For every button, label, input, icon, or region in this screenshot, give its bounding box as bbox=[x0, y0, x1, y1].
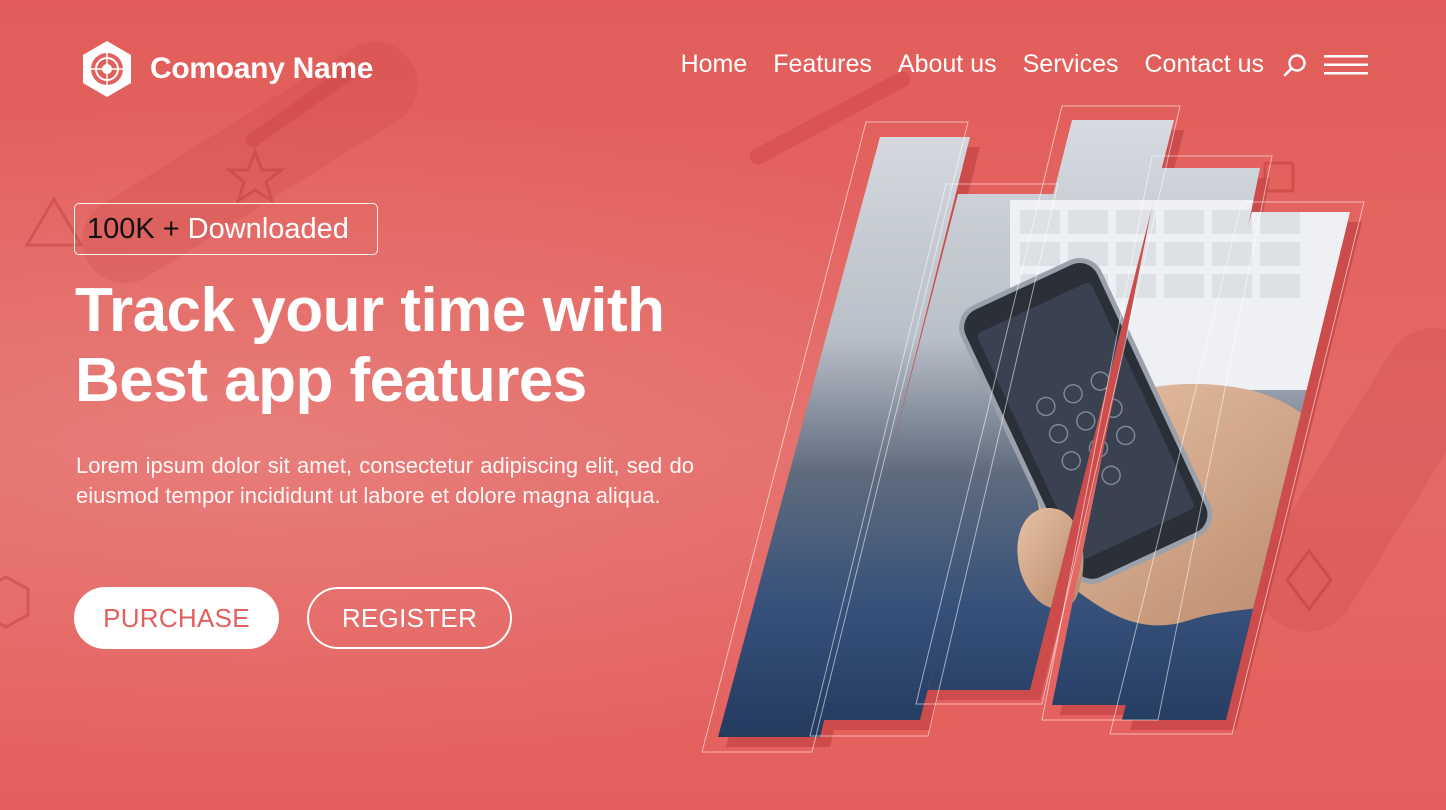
downloads-separator: + bbox=[162, 212, 180, 245]
brand-name: Comoany Name bbox=[150, 52, 374, 85]
register-button[interactable]: REGISTER bbox=[307, 587, 512, 649]
smartphone-in-hand-photo bbox=[701, 105, 1365, 753]
brand[interactable]: Comoany Name bbox=[76, 38, 373, 100]
downloads-count: 100K bbox=[87, 212, 155, 245]
nav-link-contact-us[interactable]: Contact us bbox=[1144, 50, 1264, 79]
purchase-button[interactable]: PURCHASE bbox=[74, 587, 279, 649]
search-icon[interactable] bbox=[1282, 52, 1308, 78]
main-nav: Home Features About us Services Contact … bbox=[655, 50, 1368, 79]
downloads-badge: 100K + Downloaded bbox=[74, 203, 378, 255]
nav-link-home[interactable]: Home bbox=[681, 50, 748, 79]
headline-line-2: Best app features bbox=[75, 346, 587, 415]
hexagon-target-logo-icon bbox=[83, 41, 131, 97]
nav-link-features[interactable]: Features bbox=[773, 50, 872, 79]
hero-headline: Track your time with Best app features bbox=[75, 276, 665, 416]
nav-link-services[interactable]: Services bbox=[1023, 50, 1119, 79]
hero-description: Lorem ipsum dolor sit amet, consectetur … bbox=[76, 453, 694, 508]
downloads-label: Downloaded bbox=[187, 212, 349, 245]
nav-link-about-us[interactable]: About us bbox=[898, 50, 997, 79]
headline-line-1: Track your time with bbox=[75, 276, 665, 345]
hamburger-menu-icon[interactable] bbox=[1324, 53, 1368, 77]
